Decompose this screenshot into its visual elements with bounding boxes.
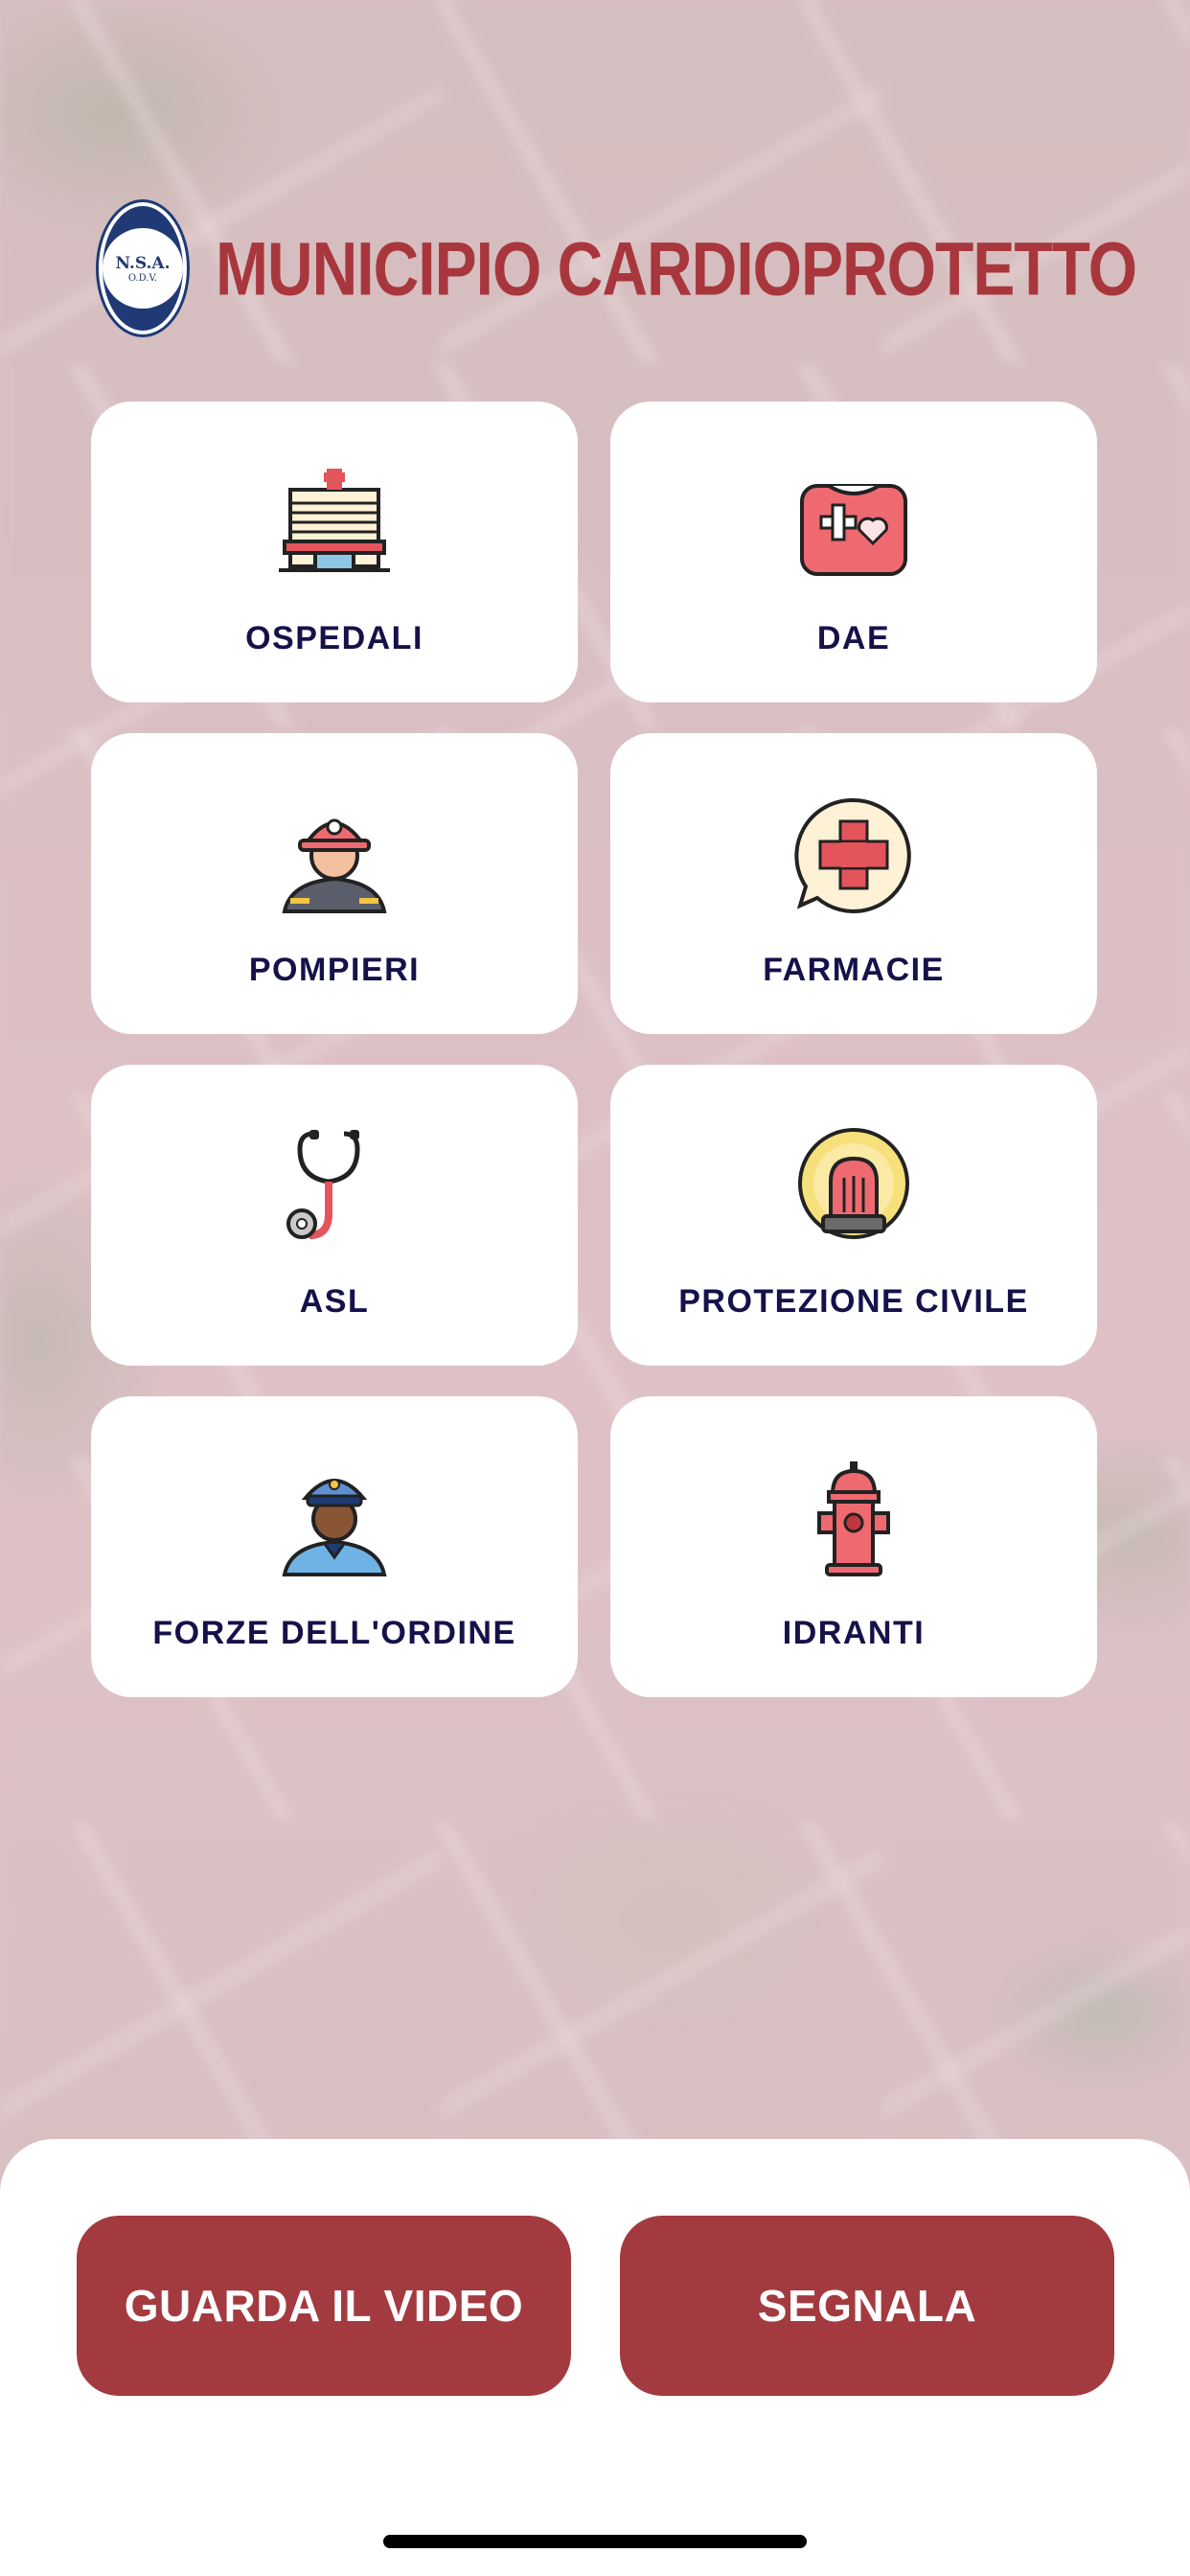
card-label: DAE [816, 620, 891, 656]
watch-video-button[interactable]: GUARDA IL VIDEO [77, 2216, 571, 2396]
card-dae[interactable]: DAE [610, 402, 1097, 702]
firefighter-icon [271, 793, 398, 919]
police-officer-icon [271, 1456, 398, 1582]
card-label: POMPIERI [248, 952, 421, 988]
siren-icon [790, 1124, 917, 1251]
card-label: IDRANTI [782, 1615, 926, 1651]
card-forze-ordine[interactable]: FORZE DELL'ORDINE [91, 1396, 578, 1697]
services-grid: OSPEDALI DAE POMPIERI FARMACIE ASL PROTE… [91, 402, 1099, 1697]
card-protezione-civile[interactable]: PROTEZIONE CIVILE [610, 1065, 1097, 1366]
nsa-logo: N.S.A. O.D.V. [99, 202, 187, 334]
app-title: MUNICIPIO CARDIOPROTETTO [216, 225, 1137, 311]
fire-hydrant-icon [790, 1456, 917, 1582]
report-button[interactable]: SEGNALA [620, 2216, 1114, 2396]
first-aid-kit-icon [790, 461, 917, 587]
home-indicator [383, 2535, 807, 2548]
card-label: OSPEDALI [245, 620, 423, 656]
card-label: ASL [299, 1283, 370, 1320]
card-label: FORZE DELL'ORDINE [152, 1615, 516, 1651]
card-ospedali[interactable]: OSPEDALI [91, 402, 578, 702]
card-label: FARMACIE [763, 952, 945, 988]
stethoscope-icon [271, 1124, 398, 1251]
card-label: PROTEZIONE CIVILE [678, 1283, 1029, 1320]
app-header: N.S.A. O.D.V. MUNICIPIO CARDIOPROTETTO [99, 201, 1137, 335]
card-farmacie[interactable]: FARMACIE [610, 733, 1097, 1034]
hospital-icon [271, 461, 398, 587]
card-pompieri[interactable]: POMPIERI [91, 733, 578, 1034]
card-idranti[interactable]: IDRANTI [610, 1396, 1097, 1697]
card-asl[interactable]: ASL [91, 1065, 578, 1366]
pharmacy-cross-icon [790, 793, 917, 919]
